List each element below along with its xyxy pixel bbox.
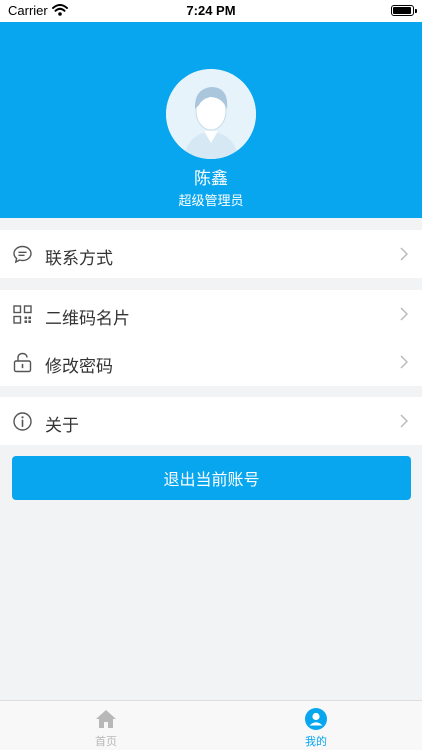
status-bar: Carrier 7:24 PM (0, 0, 422, 22)
qr-code-icon (13, 305, 32, 324)
tab-mine-label: 我的 (305, 735, 327, 748)
tab-home-label: 首页 (95, 735, 117, 748)
battery-icon (391, 5, 417, 16)
menu-item-label: 二维码名片 (45, 309, 130, 329)
user-role: 超级管理员 (178, 194, 244, 209)
menu-item-contact[interactable]: 联系方式 (0, 230, 422, 278)
menu-item-label: 联系方式 (45, 249, 113, 269)
tab-mine[interactable]: 我的 (276, 707, 356, 749)
chevron-right-icon (400, 414, 408, 428)
profile-header: 陈鑫 超级管理员 (0, 22, 422, 218)
menu-item-password[interactable]: 修改密码 (0, 338, 422, 386)
account-group: 二维码名片 修改密码 (0, 290, 422, 386)
menu-item-label: 修改密码 (45, 357, 113, 377)
logout-button[interactable]: 退出当前账号 (12, 456, 411, 500)
chevron-right-icon (400, 247, 408, 261)
chevron-right-icon (400, 355, 408, 369)
menu-item-about[interactable]: 关于 (0, 397, 422, 445)
contact-group: 联系方式 (0, 230, 422, 278)
clock: 7:24 PM (186, 3, 236, 18)
unlock-icon (13, 352, 32, 373)
info-icon (13, 412, 32, 431)
user-icon (305, 708, 327, 730)
home-icon (96, 710, 116, 728)
user-name: 陈鑫 (194, 169, 228, 189)
avatar[interactable] (166, 69, 256, 159)
chevron-right-icon (400, 307, 408, 321)
menu-item-qrcode[interactable]: 二维码名片 (0, 290, 422, 338)
about-group: 关于 (0, 397, 422, 445)
chat-bubble-icon (13, 245, 32, 264)
tab-bar: 首页 我的 (0, 700, 422, 750)
menu-item-label: 关于 (45, 416, 79, 436)
tab-home[interactable]: 首页 (66, 707, 146, 749)
